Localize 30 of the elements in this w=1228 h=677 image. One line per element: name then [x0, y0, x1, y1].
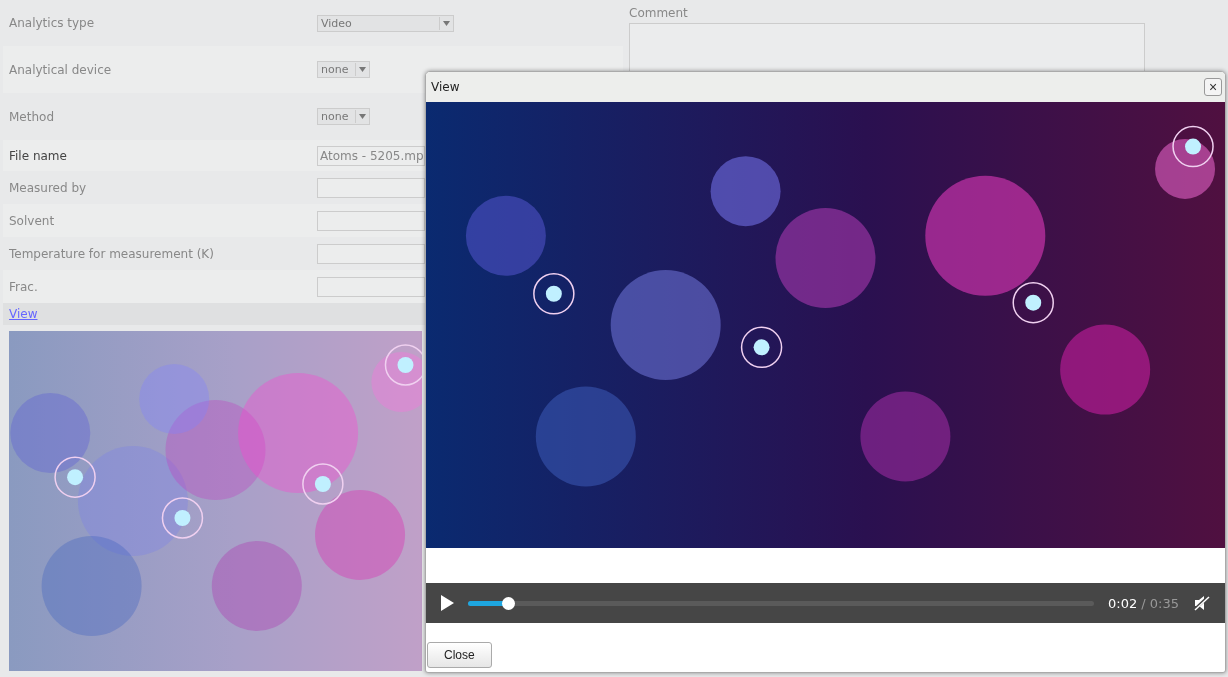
caret-icon [443, 20, 450, 26]
dialog-title: View [431, 80, 460, 94]
close-button[interactable]: Close [427, 642, 492, 668]
field-label: Solvent [8, 213, 56, 228]
comment-field[interactable] [629, 23, 1145, 73]
select-field[interactable]: Video [317, 14, 454, 32]
view-link[interactable]: View [9, 307, 38, 321]
caret-icon [359, 67, 366, 72]
field-label: File name [8, 148, 68, 163]
input-field[interactable] [317, 210, 425, 231]
field-label: Analytics type [8, 16, 96, 30]
field-label: Frac. [8, 279, 39, 294]
input-field[interactable] [317, 243, 425, 264]
close-button[interactable]: × [1204, 78, 1222, 96]
field-label: Temperature for measurement (K) [8, 246, 215, 261]
current-time: 0:02 [1108, 595, 1138, 611]
field-label: Method [8, 109, 55, 124]
field-label: Measured by [8, 180, 88, 195]
input-field[interactable] [317, 276, 425, 297]
seek-handle[interactable] [502, 596, 516, 610]
input-field[interactable] [317, 177, 425, 198]
play-icon[interactable] [440, 595, 454, 611]
comment-label: Comment [629, 6, 689, 22]
muted-speaker-icon[interactable] [1193, 595, 1211, 611]
input-field[interactable]: Atoms - 5205.mp [317, 145, 425, 166]
duration: / 0:35 [1141, 595, 1179, 611]
select-field[interactable]: none [317, 108, 370, 125]
select-field[interactable]: none [317, 61, 370, 78]
caret-icon [359, 114, 366, 119]
field-label: Analytical device [8, 62, 113, 77]
